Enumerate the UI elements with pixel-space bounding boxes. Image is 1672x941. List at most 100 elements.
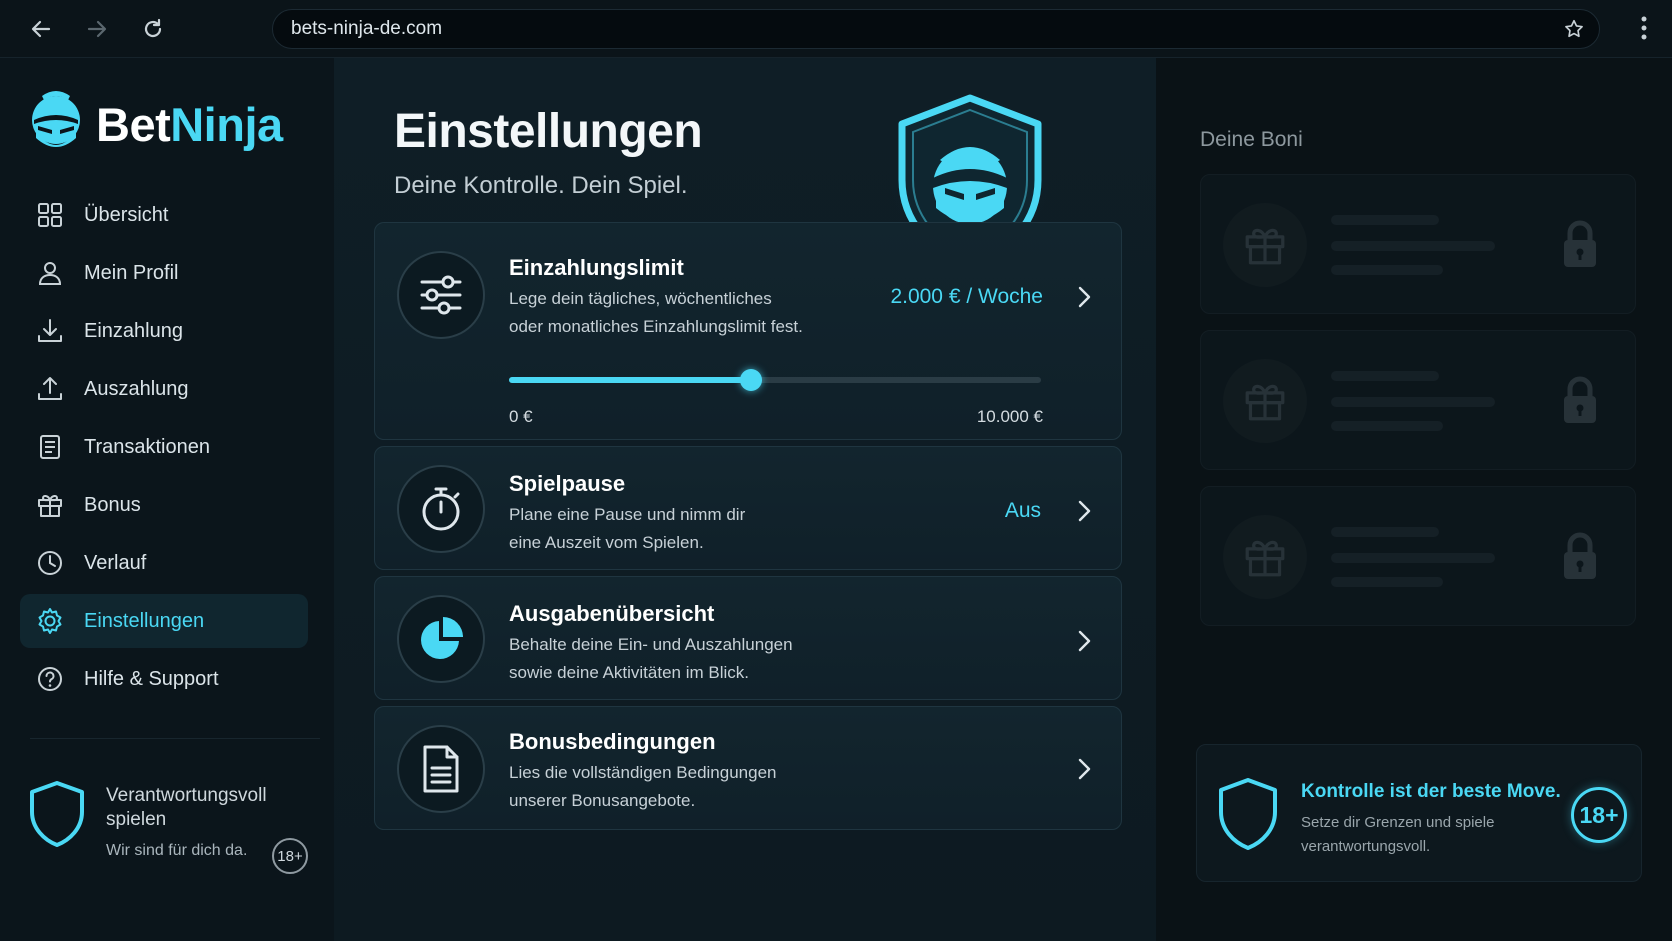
card-title: Bonusbedingungen (509, 729, 716, 754)
gift-icon (1223, 359, 1307, 443)
clock-icon (36, 549, 64, 577)
sidebar-item-uebersicht[interactable]: Übersicht (20, 188, 308, 242)
chevron-right-icon[interactable] (1075, 285, 1093, 309)
shield-icon (1219, 778, 1277, 850)
grid-icon (36, 201, 64, 229)
sidebar-item-label: Auszahlung (84, 377, 189, 400)
placeholder-line (1331, 553, 1495, 563)
promo-subtitle: Setze dir Grenzen und spiele verantwortu… (1301, 814, 1495, 855)
chevron-right-icon[interactable] (1075, 499, 1093, 523)
card-title: Ausgabenübersicht (509, 601, 715, 626)
placeholder-line (1331, 265, 1443, 275)
sidebar-item-label: Verlauf (84, 551, 147, 574)
slider-max-label: 10.000 € (976, 407, 1043, 426)
card-description: Behalte deine Ein- und Auszahlungen sowi… (509, 635, 793, 682)
upload-icon (36, 375, 64, 403)
gift-icon (36, 491, 64, 519)
reload-icon[interactable] (138, 14, 168, 44)
locked-bonus-slot (1200, 330, 1636, 470)
sidebar-item-label: Bonus (84, 493, 141, 516)
placeholder-line (1331, 577, 1443, 587)
lock-icon (1561, 531, 1599, 581)
deposit-limit-value: 2.000 € / Woche (890, 285, 1043, 308)
card-description: Plane eine Pause und nimm dir eine Ausze… (509, 505, 746, 552)
stopwatch-icon (397, 465, 485, 553)
age-badge: 18+ (1571, 787, 1627, 843)
sidebar-item-einstellungen[interactable]: Einstellungen (20, 594, 308, 648)
help-icon (36, 665, 64, 693)
page-subtitle: Deine Kontrolle. Dein Spiel. (394, 172, 688, 199)
card-description: Lege dein tägliches, wöchentliches oder … (509, 289, 803, 336)
card-title: Einzahlungslimit (509, 255, 684, 280)
download-icon (36, 317, 64, 345)
sidebar-item-label: Übersicht (84, 203, 169, 226)
responsible-title: Verantwortungsvoll spielen (106, 785, 267, 830)
sidebar-item-label: Transaktionen (84, 435, 210, 458)
gift-icon (1223, 203, 1307, 287)
page-title: Einstellungen (394, 105, 703, 158)
menu-dots-icon[interactable] (1640, 14, 1648, 42)
brand-name: BetNinja (96, 97, 283, 151)
logo[interactable]: BetNinja (28, 90, 283, 158)
back-arrow-icon[interactable] (26, 14, 56, 44)
placeholder-line (1331, 421, 1443, 431)
sidebar-item-label: Einzahlung (84, 319, 183, 342)
user-icon (36, 259, 64, 287)
sidebar-nav: Übersicht Mein Profil Einzahlung Auszahl… (20, 188, 308, 710)
chevron-right-icon[interactable] (1075, 757, 1093, 781)
promo-title: Kontrolle ist der beste Move. (1301, 781, 1561, 802)
bonus-panel: Deine Boni Kontrolle ist der beste Move.… (1156, 58, 1672, 941)
forward-arrow-icon[interactable] (82, 14, 112, 44)
placeholder-line (1331, 527, 1439, 537)
pie-chart-icon (397, 595, 485, 683)
bonus-terms-card[interactable]: Bonusbedingungen Lies die vollständigen … (374, 706, 1122, 830)
chevron-right-icon[interactable] (1075, 629, 1093, 653)
bonus-panel-title: Deine Boni (1200, 128, 1303, 151)
placeholder-line (1331, 215, 1439, 225)
sidebar-item-transaktionen[interactable]: Transaktionen (20, 420, 308, 474)
main-content: Einstellungen Deine Kontrolle. Dein Spie… (334, 58, 1156, 941)
ninja-logo-icon (32, 91, 80, 147)
deposit-limit-slider[interactable] (509, 369, 1041, 391)
placeholder-line (1331, 397, 1495, 407)
card-title: Spielpause (509, 471, 626, 496)
slider-fill (509, 377, 752, 383)
address-bar[interactable]: bets-ninja-de.com (272, 9, 1600, 49)
sliders-icon (397, 251, 485, 339)
sidebar-item-auszahlung[interactable]: Auszahlung (20, 362, 308, 416)
card-description: Lies die vollständigen Bedingungen unser… (509, 763, 777, 810)
sidebar-item-label: Mein Profil (84, 261, 179, 284)
browser-toolbar: bets-ninja-de.com (0, 0, 1672, 58)
spending-overview-card[interactable]: Ausgabenübersicht Behalte deine Ein- und… (374, 576, 1122, 700)
game-break-card[interactable]: Spielpause Plane eine Pause und nimm dir… (374, 446, 1122, 570)
sidebar-item-bonus[interactable]: Bonus (20, 478, 308, 532)
game-break-status: Aus (1004, 499, 1041, 522)
slider-handle[interactable] (740, 369, 763, 391)
url-text: bets-ninja-de.com (291, 18, 443, 39)
sidebar-item-hilfe-support[interactable]: Hilfe & Support (20, 652, 308, 706)
responsible-subtitle: Wir sind für dich da. (106, 842, 248, 859)
sidebar-item-mein-profil[interactable]: Mein Profil (20, 246, 308, 300)
locked-bonus-slot (1200, 486, 1636, 626)
slider-min-label: 0 € (509, 407, 533, 426)
responsible-promo-card[interactable]: Kontrolle ist der beste Move. Setze dir … (1196, 744, 1642, 882)
lock-icon (1561, 375, 1599, 425)
gift-icon (1223, 515, 1307, 599)
lock-icon (1561, 219, 1599, 269)
sidebar-item-label: Hilfe & Support (84, 667, 219, 690)
file-text-icon (397, 725, 485, 813)
divider (30, 738, 320, 739)
placeholder-line (1331, 241, 1495, 251)
gear-icon (36, 607, 64, 635)
age-badge: 18+ (272, 838, 308, 874)
sidebar-item-label: Einstellungen (84, 609, 205, 632)
responsible-gaming-box[interactable]: Verantwortungsvoll spielen Wir sind für … (28, 780, 318, 880)
locked-bonus-slot (1200, 174, 1636, 314)
sidebar: BetNinja Übersicht Mein Profil Einzahlun… (0, 58, 334, 941)
sidebar-item-einzahlung[interactable]: Einzahlung (20, 304, 308, 358)
sidebar-item-verlauf[interactable]: Verlauf (20, 536, 308, 590)
shield-icon (30, 781, 84, 847)
placeholder-line (1331, 371, 1439, 381)
deposit-limit-card[interactable]: Einzahlungslimit Lege dein tägliches, wö… (374, 222, 1122, 440)
star-icon[interactable] (1563, 18, 1585, 40)
